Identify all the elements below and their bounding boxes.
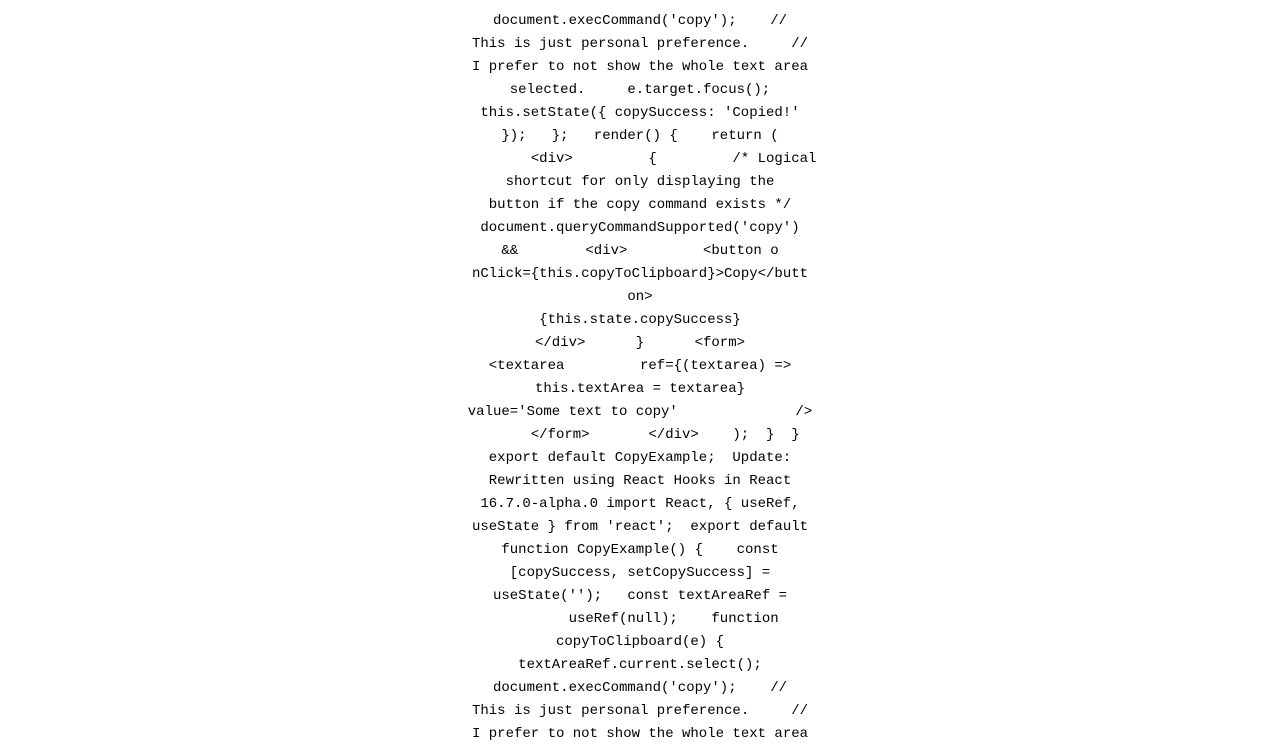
code-line: this.setState({ copySuccess: 'Copied!' <box>0 102 1280 125</box>
code-line: button if the copy command exists */ <box>0 194 1280 217</box>
code-line: }); }; render() { return ( <box>0 125 1280 148</box>
code-line: 16.7.0-alpha.0 import React, { useRef, <box>0 493 1280 516</box>
code-line: <textarea ref={(textarea) => <box>0 355 1280 378</box>
code-line: nClick={this.copyToClipboard}>Copy</butt <box>0 263 1280 286</box>
code-line: copyToClipboard(e) { <box>0 631 1280 654</box>
code-line: </form> </div> ); } } <box>0 424 1280 447</box>
code-line: I prefer to not show the whole text area <box>0 56 1280 79</box>
code-line: value='Some text to copy' /> <box>0 401 1280 424</box>
code-line: export default CopyExample; Update: <box>0 447 1280 470</box>
code-line: this.textArea = textarea} <box>0 378 1280 401</box>
code-line: && <div> <button o <box>0 240 1280 263</box>
code-line: on> <box>0 286 1280 309</box>
code-line: </div> } <form> <box>0 332 1280 355</box>
code-line: I prefer to not show the whole text area <box>0 723 1280 746</box>
code-line: useRef(null); function <box>0 608 1280 631</box>
code-line: This is just personal preference. // <box>0 33 1280 56</box>
code-line: function CopyExample() { const <box>0 539 1280 562</box>
code-line: useState(''); const textAreaRef = <box>0 585 1280 608</box>
code-line: document.queryCommandSupported('copy') <box>0 217 1280 240</box>
code-line: [copySuccess, setCopySuccess] = <box>0 562 1280 585</box>
code-line: Rewritten using React Hooks in React <box>0 470 1280 493</box>
code-line: textAreaRef.current.select(); <box>0 654 1280 677</box>
code-line: document.execCommand('copy'); // <box>0 677 1280 700</box>
code-line: useState } from 'react'; export default <box>0 516 1280 539</box>
code-line: document.execCommand('copy'); // <box>0 10 1280 33</box>
code-line: {this.state.copySuccess} <box>0 309 1280 332</box>
code-line: <div> { /* Logical <box>0 148 1280 171</box>
code-container: document.execCommand('copy'); //This is … <box>0 0 1280 756</box>
code-line: shortcut for only displaying the <box>0 171 1280 194</box>
code-line: selected. e.target.focus(); <box>0 79 1280 102</box>
